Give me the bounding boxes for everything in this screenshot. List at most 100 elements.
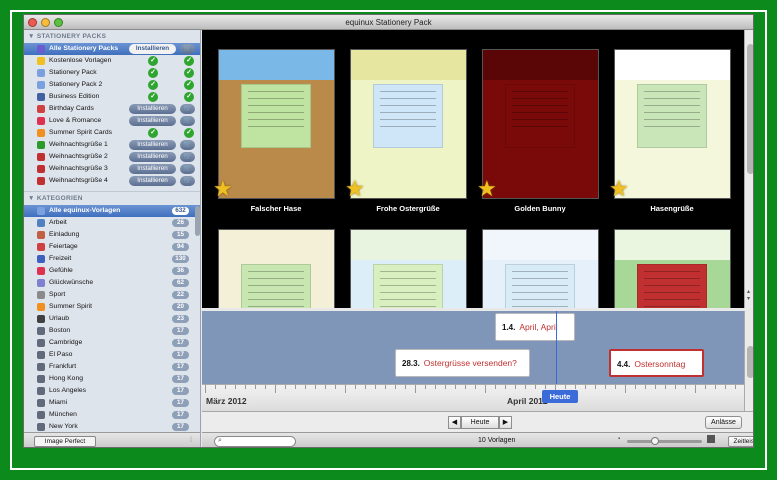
zoom-slider-knob[interactable] xyxy=(651,437,659,445)
timeline-event[interactable]: 28.3. Ostergrüsse versenden? xyxy=(395,349,530,377)
timeline-event-highlighted[interactable]: 4.4. Ostersonntag xyxy=(609,349,704,377)
sidebar-pack-item[interactable]: Business Edition ✓ ✓ xyxy=(24,91,200,103)
sidebar-category-item[interactable]: Freizeit 130 xyxy=(24,253,200,265)
ruler-tick xyxy=(515,385,516,389)
sidebar-scrollbar[interactable] xyxy=(195,206,200,236)
cart-icon[interactable]: 🛒 xyxy=(180,44,195,54)
zoom-slider[interactable] xyxy=(627,437,702,445)
template-thumbnail[interactable] xyxy=(218,49,335,199)
template-header-art xyxy=(351,50,466,80)
ruler-tick xyxy=(215,385,216,389)
install-button[interactable]: Installieren xyxy=(129,176,176,186)
install-button[interactable]: Installieren xyxy=(129,140,176,150)
briefcase-icon xyxy=(37,93,45,101)
text-line xyxy=(380,91,436,92)
text-line xyxy=(512,299,568,300)
favorite-star-icon[interactable]: ★ xyxy=(477,178,497,200)
next-button[interactable]: ▶ xyxy=(499,416,512,429)
text-line xyxy=(644,119,700,120)
timeline-ruler[interactable]: März 2012 April 2012 xyxy=(202,384,744,411)
text-line xyxy=(380,271,436,272)
sidebar-pack-item[interactable]: Weihnachtsgrüße 3 Installieren 🛒 xyxy=(24,163,200,175)
image-perfect-button[interactable]: Image Perfect xyxy=(34,436,96,447)
template-grid: ★ Falscher Hase ★ Frohe Ostergrüße ★ Golden B… xyxy=(202,30,744,308)
install-button[interactable]: Installieren xyxy=(129,152,176,162)
sidebar-category-item[interactable]: Summer Spirit 20 xyxy=(24,301,200,313)
grid-scrollbar[interactable]: ▴ ▾ xyxy=(744,30,753,308)
template-thumbnail[interactable] xyxy=(350,49,467,199)
cart-icon[interactable]: 🛒 xyxy=(180,140,195,150)
cart-icon[interactable]: 🛒 xyxy=(180,164,195,174)
sidebar-pack-item[interactable]: Weihnachtsgrüße 1 Installieren 🛒 xyxy=(24,139,200,151)
install-button[interactable]: Installieren xyxy=(129,104,176,114)
install-button[interactable]: Installieren xyxy=(129,116,176,126)
today-marker[interactable]: Heute xyxy=(542,390,578,403)
sidebar-pack-item[interactable]: Weihnachtsgrüße 2 Installieren 🛒 xyxy=(24,151,200,163)
timeline-event[interactable]: 1.4. April, April xyxy=(495,313,575,341)
sidebar-pack-item[interactable]: Stationery Pack 2 ✓ ✓ xyxy=(24,79,200,91)
timeline-scroll-thumb[interactable] xyxy=(747,346,753,378)
favorite-star-icon[interactable]: ★ xyxy=(213,178,233,200)
template-thumbnail[interactable] xyxy=(350,229,467,308)
sidebar-pack-item[interactable]: Weihnachtsgrüße 4 Installieren 🛒 xyxy=(24,175,200,187)
minimize-button[interactable] xyxy=(41,18,50,27)
sidebar-category-item[interactable]: Miami 17 xyxy=(24,397,200,409)
favorite-star-icon[interactable]: ★ xyxy=(345,178,365,200)
favorite-star-icon[interactable]: ★ xyxy=(609,178,629,200)
sidebar-category-item[interactable]: Gefühle 36 xyxy=(24,265,200,277)
sidebar-category-item[interactable]: Cambridge 17 xyxy=(24,337,200,349)
sidebar-pack-label: Kostenlose Vorlagen xyxy=(49,57,112,64)
sidebar-category-item[interactable]: Frankfurt 17 xyxy=(24,361,200,373)
previous-button[interactable]: ◀ xyxy=(448,416,461,429)
sidebar-category-item[interactable]: Einladung 15 xyxy=(24,229,200,241)
checkmark-icon: ✓ xyxy=(184,80,194,90)
cart-icon[interactable]: 🛒 xyxy=(180,176,195,186)
template-thumbnail[interactable] xyxy=(614,229,731,308)
template-thumbnail[interactable] xyxy=(218,229,335,308)
timeline-scrollbar[interactable] xyxy=(744,311,753,411)
cart-icon[interactable]: 🛒 xyxy=(180,104,195,114)
sidebar-category-item[interactable]: Los Angeles 17 xyxy=(24,385,200,397)
cart-icon[interactable]: 🛒 xyxy=(180,152,195,162)
sidebar-category-item[interactable]: München 17 xyxy=(24,409,200,421)
template-thumbnail[interactable] xyxy=(482,49,599,199)
sidebar-pack-item[interactable]: Alle Stationery Packs Installieren 🛒 xyxy=(24,43,200,55)
ruler-tick xyxy=(655,385,656,389)
sidebar-category-item[interactable]: Sport 22 xyxy=(24,289,200,301)
occasions-button[interactable]: Anlässe xyxy=(705,416,742,429)
sidebar-category-item[interactable]: El Paso 17 xyxy=(24,349,200,361)
sidebar-category-item[interactable]: Glückwünsche 62 xyxy=(24,277,200,289)
template-thumbnail[interactable] xyxy=(614,49,731,199)
zoom-button[interactable] xyxy=(54,18,63,27)
sidebar-category-item[interactable]: Urlaub 23 xyxy=(24,313,200,325)
sidebar-category-item[interactable]: Hong Kong 17 xyxy=(24,373,200,385)
install-button[interactable]: Installieren xyxy=(129,164,176,174)
resize-handle-icon[interactable]: ⁞ xyxy=(190,437,192,444)
sidebar-category-label: Boston xyxy=(49,327,71,334)
ruler-tick xyxy=(725,385,726,389)
search-input[interactable]: ⌕ xyxy=(214,436,296,447)
today-button[interactable]: Heute xyxy=(461,416,499,429)
install-button[interactable]: Installieren xyxy=(129,44,176,54)
sidebar-category-item[interactable]: Feiertage 94 xyxy=(24,241,200,253)
categories-section-header[interactable]: ▼ KATEGORIEN xyxy=(24,192,200,205)
packs-section-header[interactable]: ▼ STATIONERY PACKS xyxy=(24,30,200,43)
sidebar-category-item[interactable]: Alle equinux-Vorlagen 632 xyxy=(24,205,200,217)
sidebar-category-item[interactable]: Arbeit 26 xyxy=(24,217,200,229)
sidebar-pack-item[interactable]: Love & Romance Installieren 🛒 xyxy=(24,115,200,127)
sidebar-pack-item[interactable]: Kostenlose Vorlagen ✓ ✓ xyxy=(24,55,200,67)
close-button[interactable] xyxy=(28,18,37,27)
sidebar-pack-item[interactable]: Stationery Pack ✓ ✓ xyxy=(24,67,200,79)
category-count-badge: 36 xyxy=(172,267,189,275)
scroll-arrows-icon[interactable]: ▴ ▾ xyxy=(747,288,750,302)
categories-header-label: KATEGORIEN xyxy=(36,195,83,202)
cart-icon[interactable]: 🛒 xyxy=(180,116,195,126)
sidebar-category-item[interactable]: New York 17 xyxy=(24,421,200,432)
grid-scroll-thumb[interactable] xyxy=(747,44,753,174)
ruler-tick xyxy=(615,385,616,389)
timeline-toggle-button[interactable]: Zeitleiste xyxy=(728,436,753,447)
sidebar-pack-item[interactable]: Birthday Cards Installieren 🛒 xyxy=(24,103,200,115)
sidebar-category-item[interactable]: Boston 17 xyxy=(24,325,200,337)
sidebar-pack-item[interactable]: Summer Spirit Cards ✓ ✓ xyxy=(24,127,200,139)
template-thumbnail[interactable] xyxy=(482,229,599,308)
